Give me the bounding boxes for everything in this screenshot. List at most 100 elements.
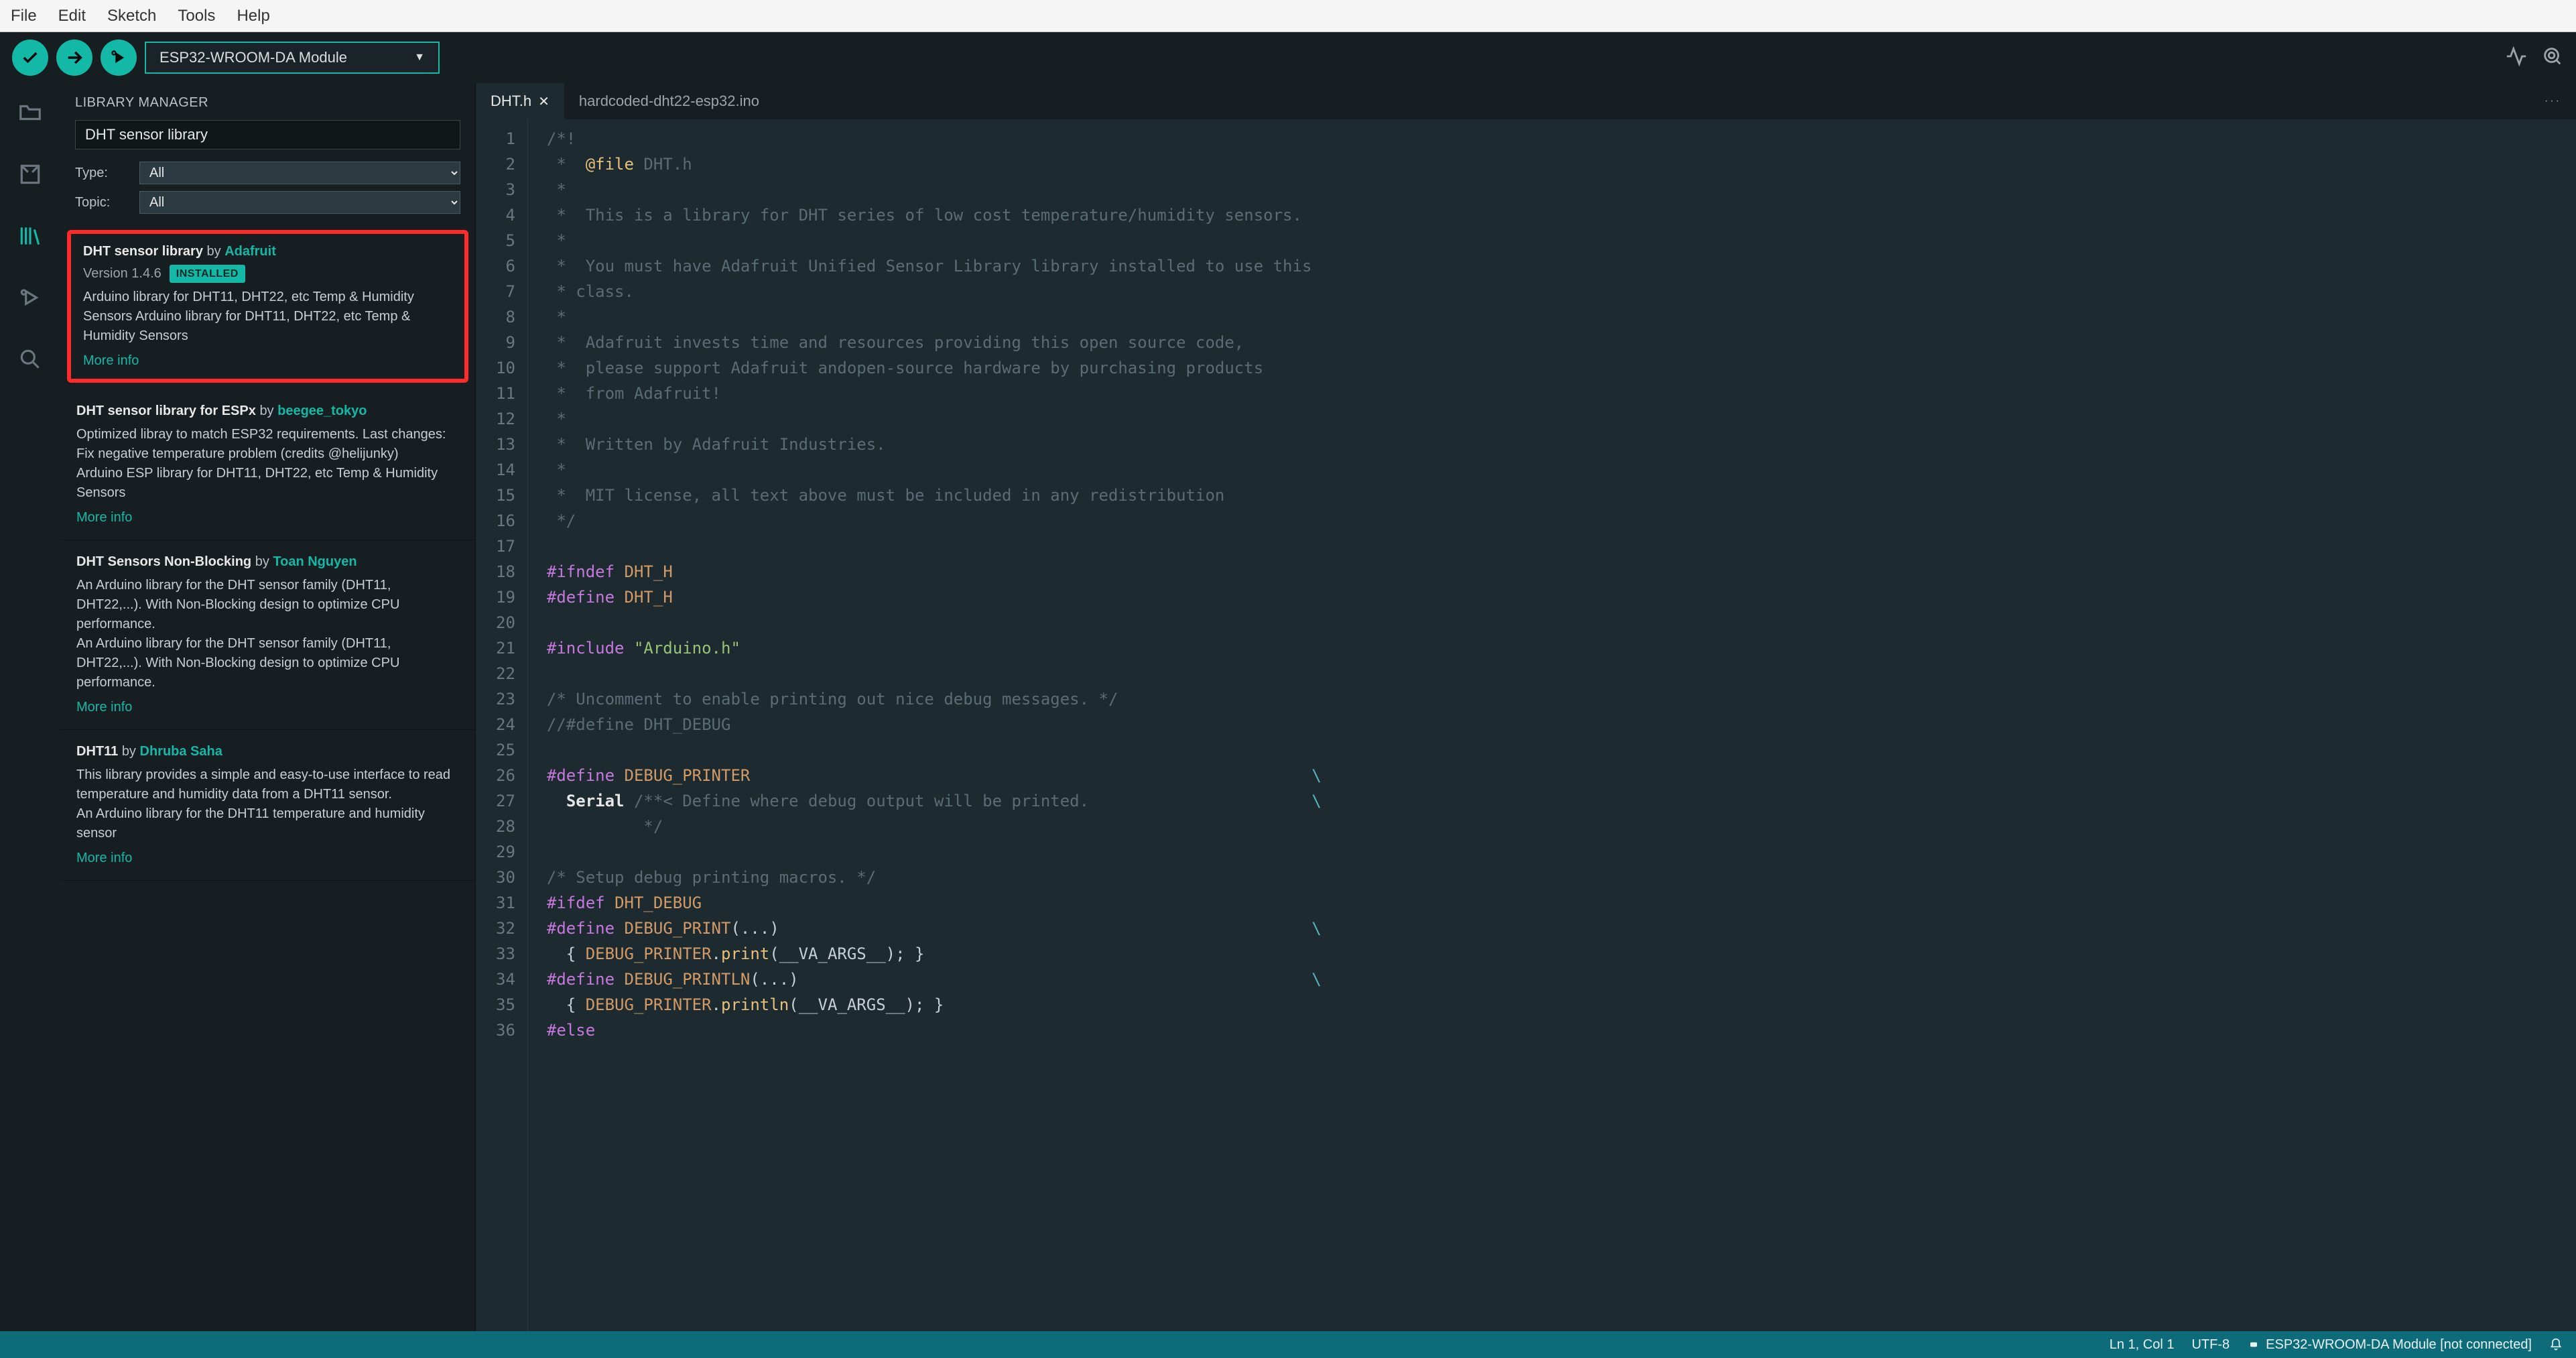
code-line[interactable]: * <box>547 177 1322 202</box>
code-editor[interactable]: 1234567891011121314151617181920212223242… <box>476 119 2576 1331</box>
line-number: 33 <box>496 941 515 967</box>
code-line[interactable]: * class. <box>547 279 1322 304</box>
library-description: This library provides a simple and easy-… <box>76 765 459 843</box>
menu-file[interactable]: File <box>11 7 37 25</box>
line-number: 5 <box>496 228 515 253</box>
code-line[interactable] <box>547 534 1322 559</box>
code-line[interactable]: #define DEBUG_PRINTER \ <box>547 763 1322 788</box>
status-encoding[interactable]: UTF-8 <box>2191 1337 2230 1353</box>
library-description: Arduino library for DHT11, DHT22, etc Te… <box>83 288 452 346</box>
line-number: 18 <box>496 559 515 584</box>
code-line[interactable]: * This is a library for DHT series of lo… <box>547 202 1322 228</box>
line-number: 29 <box>496 839 515 865</box>
line-number: 27 <box>496 788 515 814</box>
code-line[interactable]: #else <box>547 1017 1322 1043</box>
filter-type-select[interactable]: All <box>139 162 460 184</box>
code-line[interactable]: /*! <box>547 126 1322 151</box>
line-number: 35 <box>496 992 515 1017</box>
code-line[interactable]: { DEBUG_PRINTER.print(__VA_ARGS__); } <box>547 941 1322 967</box>
code-line[interactable]: #include "Arduino.h" <box>547 635 1322 661</box>
more-info-link[interactable]: More info <box>76 698 459 717</box>
line-number: 19 <box>496 584 515 610</box>
code-line[interactable]: * <box>547 304 1322 330</box>
board-selector[interactable]: ESP32-WROOM-DA Module ▼ <box>145 42 440 74</box>
code-line[interactable]: * You must have Adafruit Unified Sensor … <box>547 253 1322 279</box>
code-line[interactable]: * Written by Adafruit Industries. <box>547 432 1322 457</box>
activity-debug[interactable] <box>15 283 45 312</box>
tab-dht-h[interactable]: DHT.h ✕ <box>476 83 564 119</box>
code-line[interactable] <box>547 610 1322 635</box>
code-line[interactable]: //#define DHT_DEBUG <box>547 712 1322 737</box>
activity-library-manager[interactable] <box>15 221 45 251</box>
code-line[interactable]: #ifndef DHT_H <box>547 559 1322 584</box>
code-line[interactable] <box>547 661 1322 686</box>
library-search-input[interactable] <box>75 120 460 149</box>
status-cursor-position[interactable]: Ln 1, Col 1 <box>2110 1337 2175 1353</box>
line-number: 25 <box>496 737 515 763</box>
code-line[interactable] <box>547 839 1322 865</box>
line-number: 6 <box>496 253 515 279</box>
notifications-button[interactable] <box>2549 1338 2563 1351</box>
tab-hardcoded-ino[interactable]: hardcoded-dht22-esp32.ino <box>564 83 774 119</box>
line-number-gutter: 1234567891011121314151617181920212223242… <box>476 119 528 1331</box>
code-line[interactable]: * <box>547 406 1322 432</box>
debug-icon <box>17 285 43 310</box>
code-line[interactable]: * Adafruit invests time and resources pr… <box>547 330 1322 355</box>
editor-area: DHT.h ✕ hardcoded-dht22-esp32.ino ··· 12… <box>476 83 2576 1331</box>
folder-icon <box>17 100 43 125</box>
more-info-link[interactable]: More info <box>76 508 459 528</box>
status-board[interactable]: ESP32-WROOM-DA Module [not connected] <box>2247 1337 2532 1353</box>
code-line[interactable]: */ <box>547 508 1322 534</box>
debug-button[interactable] <box>101 40 137 76</box>
library-item[interactable]: DHT Sensors Non-Blocking by Toan NguyenA… <box>60 540 475 730</box>
menu-edit[interactable]: Edit <box>58 7 86 25</box>
activity-sketchbook[interactable] <box>15 98 45 127</box>
menu-tools[interactable]: Tools <box>178 7 215 25</box>
library-item[interactable]: DHT sensor library for ESPx by beegee_to… <box>60 389 475 540</box>
code-line[interactable]: { DEBUG_PRINTER.println(__VA_ARGS__); } <box>547 992 1322 1017</box>
line-number: 4 <box>496 202 515 228</box>
verify-button[interactable] <box>12 40 48 76</box>
menu-help[interactable]: Help <box>237 7 269 25</box>
code-line[interactable]: */ <box>547 814 1322 839</box>
line-number: 21 <box>496 635 515 661</box>
line-number: 14 <box>496 457 515 483</box>
code-line[interactable]: Serial /**< Define where debug output wi… <box>547 788 1322 814</box>
more-info-link[interactable]: More info <box>83 351 452 371</box>
activity-boards-manager[interactable] <box>15 160 45 189</box>
code-line[interactable]: * MIT license, all text above must be in… <box>547 483 1322 508</box>
library-item[interactable]: DHT11 by Dhruba SahaThis library provide… <box>60 730 475 881</box>
upload-button[interactable] <box>56 40 92 76</box>
code-line[interactable]: /* Uncomment to enable printing out nice… <box>547 686 1322 712</box>
code-line[interactable]: * from Adafruit! <box>547 381 1322 406</box>
code-line[interactable]: * @file DHT.h <box>547 151 1322 177</box>
line-number: 10 <box>496 355 515 381</box>
serial-monitor-button[interactable] <box>2541 45 2564 71</box>
library-list[interactable]: DHT sensor library by AdafruitVersion 1.… <box>60 221 475 1331</box>
filter-topic-select[interactable]: All <box>139 191 460 214</box>
filter-topic-label: Topic: <box>75 195 129 210</box>
code-line[interactable]: #define DEBUG_PRINT(...) \ <box>547 916 1322 941</box>
code-line[interactable]: #define DHT_H <box>547 584 1322 610</box>
menu-sketch[interactable]: Sketch <box>107 7 156 25</box>
line-number: 24 <box>496 712 515 737</box>
code-line[interactable]: #define DEBUG_PRINTLN(...) \ <box>547 967 1322 992</box>
code-line[interactable]: * please support Adafruit andopen-source… <box>547 355 1322 381</box>
activity-search[interactable] <box>15 345 45 374</box>
library-item[interactable]: DHT sensor library by AdafruitVersion 1.… <box>67 230 468 383</box>
line-number: 28 <box>496 814 515 839</box>
code-line[interactable]: /* Setup debug printing macros. */ <box>547 865 1322 890</box>
line-number: 3 <box>496 177 515 202</box>
more-info-link[interactable]: More info <box>76 849 459 868</box>
serial-plotter-button[interactable] <box>2505 45 2528 71</box>
code-line[interactable] <box>547 737 1322 763</box>
line-number: 23 <box>496 686 515 712</box>
code-line[interactable]: * <box>547 457 1322 483</box>
close-icon[interactable]: ✕ <box>538 93 550 110</box>
code-content[interactable]: /*! * @file DHT.h * * This is a library … <box>528 119 1340 1331</box>
statusbar: Ln 1, Col 1 UTF-8 ESP32-WROOM-DA Module … <box>0 1331 2576 1358</box>
line-number: 36 <box>496 1017 515 1043</box>
tab-overflow-button[interactable]: ··· <box>2530 95 2576 107</box>
code-line[interactable]: * <box>547 228 1322 253</box>
code-line[interactable]: #ifdef DHT_DEBUG <box>547 890 1322 916</box>
